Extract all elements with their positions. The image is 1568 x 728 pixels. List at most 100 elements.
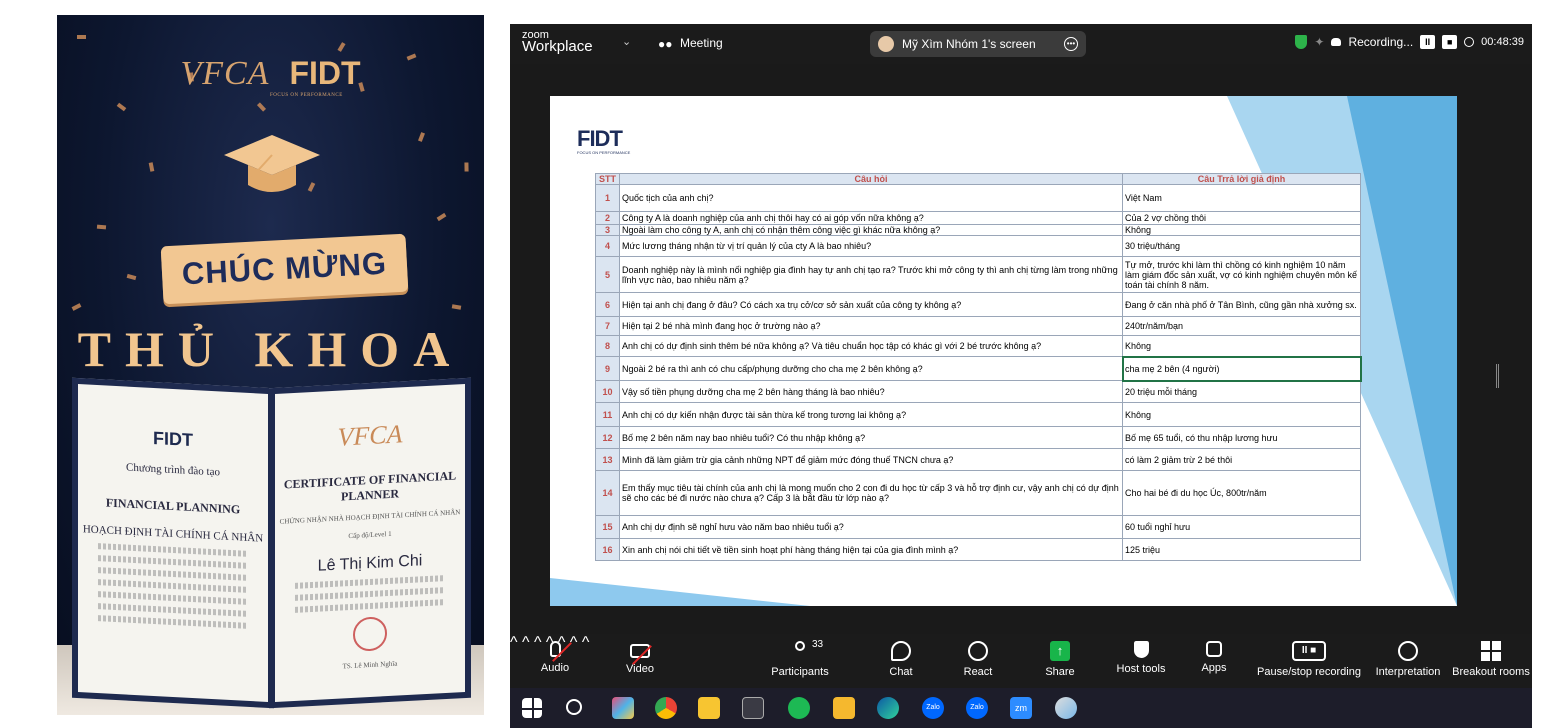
- interpretation-button[interactable]: Interpretation: [1363, 641, 1453, 678]
- screen-share-indicator[interactable]: Mỹ Xìm Nhóm 1's screen •••: [870, 31, 1086, 57]
- more-options-icon[interactable]: •••: [1064, 37, 1078, 51]
- row-question: Mức lương tháng nhận từ vị trí quản lý c…: [619, 235, 1123, 257]
- zalo-icon[interactable]: Zalo: [966, 697, 988, 719]
- confetti-piece: [148, 162, 155, 172]
- header-answer: Câu Trrả lời giả định: [1122, 173, 1361, 185]
- row-question: Ngoài làm cho công ty A, anh chị có nhận…: [619, 224, 1123, 236]
- table-row: 10 Vậy số tiền phụng dưỡng cha mẹ 2 bên h…: [595, 380, 1361, 403]
- vfca-logo: VFCA: [180, 55, 270, 92]
- table-row: 11 Anh chị có dự kiến nhận được tài sản t…: [595, 402, 1361, 427]
- paint-icon[interactable]: [612, 697, 634, 719]
- row-question: Công ty A là doanh nghiệp của anh chị th…: [619, 211, 1123, 225]
- pause-recording-button[interactable]: II: [1420, 35, 1436, 49]
- audio-button[interactable]: Audio: [510, 641, 600, 674]
- zoom-workplace-logo: zoom Workplace: [522, 30, 593, 55]
- row-answer: Không: [1122, 402, 1361, 427]
- slide-fidt-logo: FIDT FOCUS ON PERFORMANCE: [577, 126, 630, 155]
- fine-print: [98, 603, 248, 617]
- confetti-piece: [256, 102, 267, 112]
- pause-stop-recording-button[interactable]: II ■ Pause/stop recording: [1246, 641, 1372, 678]
- table-row: 1 Quốc tịch của anh chị? Việt Nam: [595, 184, 1361, 212]
- participants-button[interactable]: 33 Participants: [755, 639, 845, 678]
- cert-title: CERTIFICATE OF FINANCIAL PLANNER: [283, 468, 457, 504]
- share-button[interactable]: ↑ Share: [1015, 641, 1105, 678]
- row-number: 4: [595, 235, 620, 257]
- row-number: 16: [595, 538, 620, 561]
- search-icon[interactable]: [566, 699, 582, 715]
- confetti-piece: [96, 224, 107, 230]
- row-question: Quốc tịch của anh chị?: [619, 184, 1123, 212]
- row-answer: Của 2 vợ chồng thôi: [1122, 211, 1361, 225]
- cert-signer: TS. Lê Minh Nghĩa: [342, 659, 398, 671]
- avatar: [878, 36, 894, 52]
- react-button[interactable]: React: [933, 641, 1023, 678]
- sticky-notes-icon[interactable]: [698, 697, 720, 719]
- confetti-piece: [126, 273, 137, 281]
- row-question: Doanh nghiệp này là mình nối nghiệp gia …: [619, 256, 1123, 293]
- confetti-piece: [451, 304, 462, 310]
- fine-print: [98, 567, 248, 581]
- cert-level: Cấp độ/Level 1: [348, 529, 392, 541]
- question-table: STT Câu hỏi Câu Trrả lời giả định 1 Quốc …: [595, 173, 1362, 561]
- row-question: Anh chị có dự định sinh thêm bé nữa khôn…: [619, 335, 1123, 357]
- participants-count: 33: [812, 639, 824, 650]
- stop-recording-button[interactable]: ■: [1442, 35, 1458, 49]
- windows-start-icon[interactable]: [522, 698, 542, 718]
- row-answer: Không: [1122, 335, 1361, 357]
- photo-brand-logos: VFCA FIDT FOCUS ON PERFORMANCE: [57, 55, 484, 98]
- row-number: 6: [595, 292, 620, 317]
- certificate-right-page: VFCA CERTIFICATE OF FINANCIAL PLANNER CH…: [269, 377, 471, 709]
- row-question: Hiện tại 2 bé nhà mình đang học ở trường…: [619, 316, 1123, 336]
- row-answer: Việt Nam: [1122, 184, 1361, 212]
- zalo-icon[interactable]: Zalo: [922, 697, 944, 719]
- row-answer: có làm 2 giảm trừ 2 bé thôi: [1122, 448, 1361, 471]
- chevron-down-icon[interactable]: ⌄: [622, 35, 631, 48]
- row-question: Ngoài 2 bé ra thì anh có chu cấp/phụng d…: [619, 356, 1123, 381]
- share-label: Mỹ Xìm Nhóm 1's screen: [902, 37, 1036, 51]
- row-number: 9: [595, 356, 620, 381]
- meeting-label: Meeting: [680, 36, 723, 50]
- graduation-cap-icon: [224, 135, 320, 192]
- fine-print: [295, 599, 445, 613]
- slide-logo-text: FIDT: [577, 126, 623, 151]
- security-shield-icon[interactable]: [1295, 35, 1308, 49]
- row-number: 5: [595, 256, 620, 293]
- panel-resize-handle[interactable]: [1496, 364, 1499, 388]
- microphone-muted-icon: [549, 641, 572, 662]
- react-label: React: [963, 666, 993, 678]
- confetti-piece: [436, 212, 447, 222]
- fine-print: [98, 579, 248, 593]
- calculator-icon[interactable]: [742, 697, 764, 719]
- row-question: Anh chị có dự kiến nhận được tài sản thừ…: [619, 402, 1123, 427]
- sparkle-icon[interactable]: ✦: [1314, 35, 1324, 49]
- clock-icon: [1464, 37, 1475, 47]
- snipping-tool-icon[interactable]: [1055, 697, 1077, 719]
- breakout-rooms-button[interactable]: Breakout rooms: [1450, 641, 1532, 678]
- red-seal-stamp: [353, 616, 387, 652]
- title-bar-right: ✦ Recording... II ■ 00:48:39: [1295, 35, 1524, 49]
- cert-program-title: FINANCIAL PLANNING: [105, 495, 241, 517]
- shield-icon: [1133, 641, 1149, 658]
- cert-program-label: Chương trình đào tạo: [126, 461, 220, 479]
- fine-print: [98, 615, 248, 629]
- spotify-icon[interactable]: [788, 697, 810, 719]
- row-question: Anh chị dự định sẽ nghỉ hưu vào năm bao …: [619, 515, 1123, 539]
- meeting-info-button[interactable]: ●● Meeting: [658, 36, 723, 51]
- row-answer: 240tr/năm/bạn: [1122, 316, 1361, 336]
- file-explorer-icon[interactable]: [833, 697, 855, 719]
- video-button[interactable]: Video: [595, 641, 685, 675]
- edge-icon[interactable]: [877, 697, 899, 719]
- meeting-timer: 00:48:39: [1481, 36, 1524, 48]
- table-row: 8 Anh chị có dự định sinh thêm bé nữa khô…: [595, 335, 1361, 357]
- shared-slide: FIDT FOCUS ON PERFORMANCE STT Câu hỏi Câ…: [550, 96, 1457, 606]
- fidt-logo: FIDT: [289, 55, 361, 91]
- chrome-icon[interactable]: [655, 697, 677, 719]
- slide-logo-tagline: FOCUS ON PERFORMANCE: [577, 150, 631, 155]
- row-number: 2: [595, 211, 620, 225]
- row-answer: Không: [1122, 224, 1361, 236]
- cert-subtitle: CHỨNG NHẬN NHÀ HOẠCH ĐỊNH TÀI CHÍNH CÁ N…: [279, 508, 461, 526]
- row-answer: cha mẹ 2 bên (4 người): [1121, 355, 1362, 382]
- fine-print: [295, 575, 445, 589]
- table-row: 14 Em thấy mục tiêu tài chính của anh chị…: [595, 470, 1361, 516]
- zoom-icon[interactable]: zm: [1010, 697, 1032, 719]
